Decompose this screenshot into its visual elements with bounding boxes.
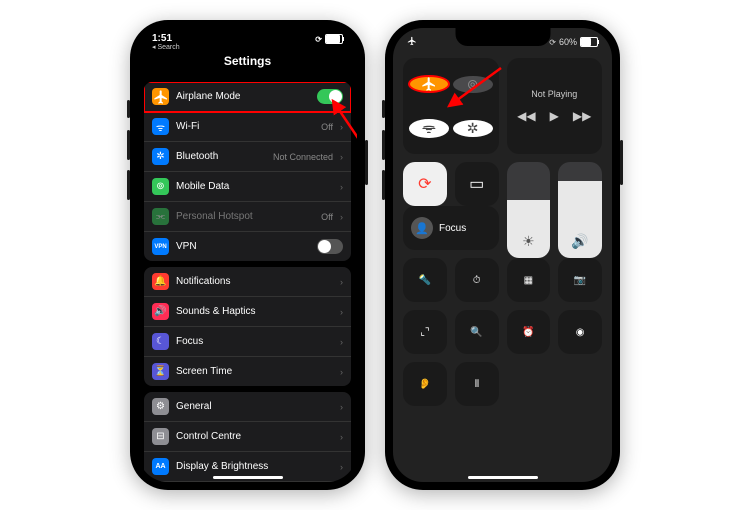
settings-group-general: ⚙ General› ⊟ Control Centre› AA Display …: [144, 392, 351, 482]
bell-icon: 🔔: [152, 273, 169, 290]
gear-icon: ⚙: [152, 398, 169, 415]
phone-settings: 1:51 ◂ Search ⟳ Settings Airplane Mode ᯤ…: [130, 20, 365, 490]
home-indicator[interactable]: [468, 476, 538, 479]
brightness-slider[interactable]: ☀: [507, 162, 551, 258]
cc-wifi-button[interactable]: ᯤ: [409, 119, 449, 138]
battery-status: ⟳ 60%: [549, 36, 598, 48]
row-bluetooth[interactable]: ✲ Bluetooth Not Connected ›: [144, 142, 351, 172]
volume-slider[interactable]: 🔊: [558, 162, 602, 258]
screen-mirroring-button[interactable]: ▭: [455, 162, 499, 206]
next-icon[interactable]: ▶▶: [573, 109, 591, 123]
prev-icon[interactable]: ◀◀: [517, 109, 535, 123]
media-tile[interactable]: Not Playing ◀◀ ▶ ▶▶: [507, 58, 602, 154]
torch-button[interactable]: 🔦: [403, 258, 447, 302]
row-general[interactable]: ⚙ General›: [144, 392, 351, 422]
calculator-button[interactable]: ▦: [507, 258, 551, 302]
airplane-status-icon: [407, 36, 417, 48]
volume-icon: 🔊: [571, 233, 588, 250]
sliders-icon: ⊟: [152, 428, 169, 445]
media-title: Not Playing: [531, 89, 577, 99]
row-mobile-data[interactable]: ⊚ Mobile Data ›: [144, 172, 351, 202]
row-control-centre[interactable]: ⊟ Control Centre›: [144, 422, 351, 452]
status-time: 1:51: [152, 34, 172, 44]
antenna-icon: ⊚: [152, 178, 169, 195]
row-sounds[interactable]: 🔊 Sounds & Haptics›: [144, 297, 351, 327]
hearing-button[interactable]: 👂: [403, 362, 447, 406]
status-back-link[interactable]: ◂ Search: [152, 44, 180, 51]
home-indicator[interactable]: [213, 476, 283, 479]
display-icon: AA: [152, 458, 169, 475]
row-label: Airplane Mode: [176, 91, 310, 102]
orientation-lock-icon: ⟳: [315, 35, 322, 44]
record-button[interactable]: ◉: [558, 310, 602, 354]
row-airplane-mode[interactable]: Airplane Mode: [144, 82, 351, 112]
phone-control-center: ⟳ 60% ⊚ ᯤ ✲ Not Playing ◀◀: [385, 20, 620, 490]
wifi-icon: ᯤ: [152, 118, 169, 135]
row-notifications[interactable]: 🔔 Notifications›: [144, 267, 351, 297]
speaker-icon: 🔊: [152, 303, 169, 320]
cc-bluetooth-button[interactable]: ✲: [453, 120, 493, 137]
moon-icon: ☾: [152, 333, 169, 350]
person-icon: 👤: [411, 217, 433, 239]
row-focus[interactable]: ☾ Focus›: [144, 327, 351, 357]
magnifier-button[interactable]: 🔍: [455, 310, 499, 354]
settings-group-connectivity: Airplane Mode ᯤ Wi-Fi Off › ✲ Bluetooth …: [144, 82, 351, 261]
sound-recognition-button[interactable]: ⫴: [455, 362, 499, 406]
settings-group-notifications: 🔔 Notifications› 🔊 Sounds & Haptics› ☾ F…: [144, 267, 351, 386]
hotspot-icon: ⫘: [152, 208, 169, 225]
hourglass-icon: ⏳: [152, 363, 169, 380]
annotation-arrow: [323, 93, 357, 143]
airplane-icon: [152, 88, 169, 105]
row-screen-time[interactable]: ⏳ Screen Time›: [144, 357, 351, 386]
alarm-button[interactable]: ⏰: [507, 310, 551, 354]
bluetooth-icon: ✲: [152, 148, 169, 165]
vpn-toggle[interactable]: [317, 239, 343, 254]
annotation-arrow: [441, 64, 511, 114]
battery-icon: [325, 34, 343, 44]
row-wifi[interactable]: ᯤ Wi-Fi Off ›: [144, 112, 351, 142]
focus-button[interactable]: 👤 Focus: [403, 206, 499, 250]
row-vpn[interactable]: VPN VPN: [144, 232, 351, 261]
orientation-lock-button[interactable]: ⟳: [403, 162, 447, 206]
page-title: Settings: [138, 50, 357, 76]
timer-button[interactable]: ⏱: [455, 258, 499, 302]
brightness-icon: ☀: [522, 233, 535, 250]
scan-button[interactable]: ⌞⌝: [403, 310, 447, 354]
vpn-icon: VPN: [152, 238, 169, 255]
play-icon[interactable]: ▶: [550, 109, 559, 123]
camera-button[interactable]: 📷: [558, 258, 602, 302]
row-personal-hotspot[interactable]: ⫘ Personal Hotspot Off ›: [144, 202, 351, 232]
